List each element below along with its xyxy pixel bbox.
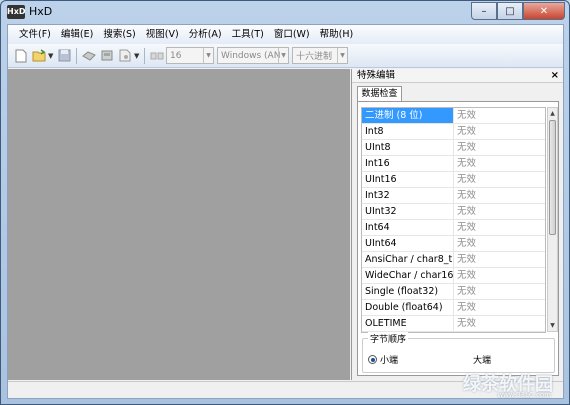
- inspector-row-value[interactable]: 无效: [454, 204, 476, 219]
- little-endian-label: 小端: [380, 356, 399, 366]
- inspector-row-type: UInt64: [362, 236, 454, 251]
- inspector-row-value[interactable]: 无效: [454, 188, 476, 203]
- toolbar: ▼ ▼ 16 ▼ Windows (AN ▼ 十六进制 ▼: [8, 44, 563, 68]
- inspector-row-value[interactable]: 无效: [454, 236, 476, 251]
- menu-view[interactable]: 视图(V): [141, 25, 184, 44]
- open-folder-icon[interactable]: [31, 48, 47, 64]
- inspector-row-value[interactable]: 无效: [454, 252, 476, 267]
- inspector-row-value[interactable]: 无效: [454, 124, 476, 139]
- inspector-row-type: UInt32: [362, 204, 454, 219]
- title-bar[interactable]: HxD HxD – □ ✕: [1, 1, 569, 23]
- inspector-row-type: Single (float32): [362, 284, 454, 299]
- panel-header: 特殊编辑 ×: [352, 69, 563, 83]
- save-icon[interactable]: [56, 48, 72, 64]
- inspector-row-type: UInt8: [362, 140, 454, 155]
- inspector-row-value[interactable]: 无效: [454, 300, 476, 315]
- inspector-row[interactable]: Int8 无效: [362, 124, 545, 140]
- inspector-row-type: WideChar / char16_t: [362, 268, 454, 283]
- close-button[interactable]: ✕: [523, 2, 565, 20]
- columns-icon[interactable]: [149, 48, 165, 64]
- inspector-row-type: UInt16: [362, 172, 454, 187]
- inspector-row[interactable]: UInt8 无效: [362, 140, 545, 156]
- chevron-down-icon[interactable]: ▼: [203, 48, 213, 63]
- menu-edit[interactable]: 编辑(E): [56, 25, 98, 44]
- big-endian-label[interactable]: 大端: [473, 353, 491, 366]
- inspector-row[interactable]: Int64 无效: [362, 220, 545, 236]
- inspector-row[interactable]: WideChar / char16_t 无效: [362, 268, 545, 284]
- inspector-row-type: Int32: [362, 188, 454, 203]
- inspector-row[interactable]: 二进制 (8 位) 无效: [362, 108, 545, 124]
- inspector-row-type: Double (float64): [362, 300, 454, 315]
- inspector-row-type: Int16: [362, 156, 454, 171]
- inspector-row[interactable]: AnsiChar / char8_t 无效: [362, 252, 545, 268]
- inspector-row[interactable]: UInt16 无效: [362, 172, 545, 188]
- bytes-per-row-select[interactable]: 16 ▼: [166, 47, 214, 64]
- toolbar-separator: [144, 47, 145, 64]
- inspector-row[interactable]: Int32 无效: [362, 188, 545, 204]
- offset-base-value: 十六进制: [296, 52, 333, 62]
- inspector-row-value[interactable]: 无效: [454, 140, 476, 155]
- minimize-button[interactable]: –: [471, 2, 497, 20]
- open-dropdown-icon[interactable]: ▼: [48, 52, 55, 60]
- charset-value: Windows (AN: [221, 50, 281, 61]
- properties-icon[interactable]: [117, 48, 133, 64]
- menu-search[interactable]: 搜索(S): [98, 25, 140, 44]
- byte-order-group: 字节顺序 小端 大端: [362, 332, 555, 373]
- chevron-down-icon[interactable]: ▼: [337, 48, 347, 63]
- inspector-row-type: Int64: [362, 220, 454, 235]
- inspector-row[interactable]: Int16 无效: [362, 156, 545, 172]
- byte-order-title: 字节顺序: [368, 332, 409, 345]
- inspector-row-value[interactable]: 无效: [454, 156, 476, 171]
- panel-title: 特殊编辑: [357, 70, 396, 81]
- panel-close-icon[interactable]: ×: [551, 69, 559, 83]
- menu-window[interactable]: 窗口(W): [269, 25, 315, 44]
- tab-data-inspector[interactable]: 数据检查: [357, 86, 402, 102]
- menu-analysis[interactable]: 分析(A): [184, 25, 227, 44]
- maximize-button[interactable]: □: [497, 2, 523, 20]
- watermark-url: www.33LC.com: [497, 391, 551, 399]
- menu-file[interactable]: 文件(F): [14, 25, 56, 44]
- inspector-row[interactable]: Double (float64) 无效: [362, 300, 545, 316]
- properties-dropdown-icon[interactable]: ▼: [134, 52, 141, 60]
- offset-base-select[interactable]: 十六进制 ▼: [292, 47, 348, 64]
- toolbar-separator: [76, 47, 77, 64]
- scrollbar-thumb[interactable]: [549, 120, 556, 235]
- hxd-logo-icon: HxD: [7, 5, 26, 19]
- window-title: HxD: [29, 5, 53, 18]
- inspector-row-value[interactable]: 无效: [454, 316, 476, 331]
- inspector-row-value[interactable]: 无效: [454, 284, 476, 299]
- inspector-row-value[interactable]: 无效: [454, 220, 476, 235]
- special-edit-panel: 特殊编辑 × 数据检查 二进制 (8 位) 无效 Int8 无效 UInt8 无效 Int1…: [351, 69, 563, 380]
- menu-bar: 文件(F) 编辑(E) 搜索(S) 视图(V) 分析(A) 工具(T) 窗口(W…: [8, 25, 563, 44]
- charset-select[interactable]: Windows (AN ▼: [217, 47, 289, 64]
- scrollbar[interactable]: ▲ ▼: [547, 107, 558, 332]
- disk-editor-icon[interactable]: [81, 48, 97, 64]
- bytes-per-row-value: 16: [170, 50, 182, 61]
- scroll-up-icon[interactable]: ▲: [548, 108, 557, 119]
- inspector-row-type: Int8: [362, 124, 454, 139]
- inspector-row-value[interactable]: 无效: [454, 108, 476, 123]
- menu-help[interactable]: 帮助(H): [315, 25, 359, 44]
- inspector-row[interactable]: Single (float32) 无效: [362, 284, 545, 300]
- inspector-row[interactable]: UInt64 无效: [362, 236, 545, 252]
- client-area: 文件(F) 编辑(E) 搜索(S) 视图(V) 分析(A) 工具(T) 窗口(W…: [7, 24, 564, 399]
- little-endian-radio[interactable]: 小端: [368, 353, 398, 366]
- inspector-row-value[interactable]: 无效: [454, 172, 476, 187]
- radio-selected-icon[interactable]: [368, 355, 377, 364]
- inspector-row-type: OLETIME: [362, 316, 454, 331]
- data-inspector-grid: 二进制 (8 位) 无效 Int8 无效 UInt8 无效 Int16 无效 UInt16 无效 I…: [361, 107, 546, 333]
- inspector-row-type: AnsiChar / char8_t: [362, 252, 454, 267]
- new-file-icon[interactable]: [13, 48, 29, 64]
- inspector-row-type: 二进制 (8 位): [362, 108, 454, 123]
- menu-tools[interactable]: 工具(T): [227, 25, 269, 44]
- data-inspector: 二进制 (8 位) 无效 Int8 无效 UInt8 无效 Int16 无效 UInt16 无效 I…: [357, 101, 559, 376]
- inspector-row[interactable]: UInt32 无效: [362, 204, 545, 220]
- chevron-down-icon[interactable]: ▼: [278, 48, 288, 63]
- editor-area[interactable]: [8, 69, 350, 380]
- inspector-row-value[interactable]: 无效: [454, 268, 476, 283]
- scroll-down-icon[interactable]: ▼: [548, 320, 557, 331]
- app-window: HxD HxD – □ ✕ 文件(F) 编辑(E) 搜索(S) 视图(V) 分析…: [0, 0, 570, 405]
- ram-editor-icon[interactable]: [99, 48, 115, 64]
- inspector-row[interactable]: OLETIME 无效: [362, 316, 545, 332]
